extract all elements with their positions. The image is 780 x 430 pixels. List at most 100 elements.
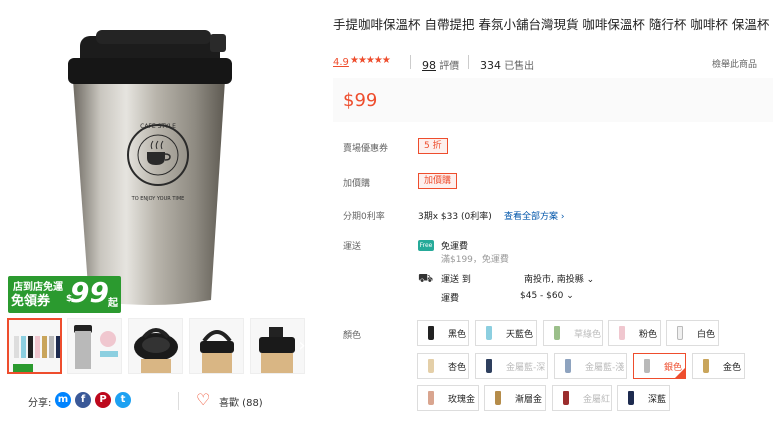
color-swatch-icon <box>628 391 634 405</box>
cup-illustration: CAFE STYLE TO ENJOY YOUR TIME <box>68 30 232 305</box>
sold-count: 334 <box>480 59 501 72</box>
cup-logo-text: CAFE STYLE <box>140 123 176 130</box>
twitter-icon[interactable]: t <box>115 392 131 408</box>
color-option-rose-gold[interactable]: 玫瑰金 <box>417 385 479 411</box>
stat-divider <box>410 55 411 69</box>
gallery-thumb-4[interactable] <box>189 318 244 374</box>
color-swatch-icon <box>563 391 569 405</box>
promo-line2: 免領券 <box>11 294 51 309</box>
color-name: 金屬藍-淺 <box>585 362 625 373</box>
fee-label: 運費 <box>441 294 460 304</box>
like-count[interactable]: 喜歡 (88) <box>219 394 263 409</box>
color-swatch-icon <box>554 326 560 340</box>
color-option-silver[interactable]: 銀色 <box>633 353 686 379</box>
free-shipping-text: 免運費 <box>441 242 469 252</box>
color-option-navy[interactable]: 深藍 <box>617 385 670 411</box>
color-swatch-icon <box>428 326 434 340</box>
color-option-grass-green: 草綠色 <box>543 320 603 346</box>
color-option-black[interactable]: 黑色 <box>417 320 469 346</box>
color-name: 金屬紅 <box>583 394 611 405</box>
color-name: 漸層金 <box>515 394 543 405</box>
promo-suffix: 起 <box>108 298 118 309</box>
color-name: 天藍色 <box>506 329 534 340</box>
free-shipping-icon: Free <box>418 240 434 251</box>
color-swatch-icon <box>486 359 492 373</box>
free-badge-text: Free <box>419 242 433 249</box>
color-swatch-icon <box>428 359 434 373</box>
selected-check-icon <box>675 368 685 378</box>
share-divider <box>178 392 179 410</box>
sold-label: 已售出 <box>504 61 535 72</box>
price-panel <box>333 78 773 122</box>
color-name: 草綠色 <box>574 329 602 340</box>
installment-link[interactable]: 查看全部方案 › <box>504 209 565 222</box>
chevron-right-icon: › <box>560 212 565 222</box>
color-swatch-icon <box>486 326 492 340</box>
ship-to-value: 南投市, 南投縣 <box>524 275 584 285</box>
color-swatch-icon <box>619 326 625 340</box>
facebook-icon[interactable]: f <box>75 392 91 408</box>
stat-divider <box>468 55 469 69</box>
color-option-gradient-gold[interactable]: 漸層金 <box>484 385 546 411</box>
product-price: $99 <box>343 90 378 111</box>
rating-stars-icon: ★★★★★ <box>350 55 391 66</box>
messenger-icon[interactable]: m <box>55 392 71 408</box>
ship-to-select[interactable]: 南投市, 南投縣 ⌄ <box>524 272 594 285</box>
installment-label: 分期0利率 <box>343 212 385 222</box>
truck-icon: ⛟ <box>418 271 434 285</box>
color-name: 白色 <box>697 329 716 340</box>
color-swatch-icon <box>565 359 571 373</box>
heart-icon[interactable]: ♡ <box>196 390 210 409</box>
ship-to-label: 運送 到 <box>441 275 471 285</box>
share-label: 分享: <box>28 398 52 409</box>
promo-amount: 99 <box>70 276 109 309</box>
color-name: 黑色 <box>448 329 467 340</box>
color-option-sky-blue[interactable]: 天藍色 <box>475 320 537 346</box>
gallery-next-icon[interactable]: › <box>292 334 312 358</box>
color-option-metal-blue-dark: 金屬藍-深 <box>475 353 548 379</box>
color-name: 金屬藍-深 <box>506 362 546 373</box>
chevron-down-icon: ⌄ <box>586 275 595 285</box>
color-swatch-icon <box>428 391 434 405</box>
color-name: 金色 <box>723 362 742 373</box>
gallery-thumb-1[interactable] <box>7 318 62 374</box>
shipping-label: 運送 <box>343 242 362 252</box>
color-name: 玫瑰金 <box>448 394 476 405</box>
color-swatch-icon <box>677 326 683 340</box>
color-swatch-icon <box>703 359 709 373</box>
color-option-apricot[interactable]: 杏色 <box>417 353 469 379</box>
color-swatch-icon <box>644 359 650 373</box>
fee-select[interactable]: $45 - $60 ⌄ <box>520 291 574 301</box>
pinterest-icon[interactable]: P <box>95 392 111 408</box>
promo-badge: 店到店免運 免領券 $ 99 起 <box>8 276 121 313</box>
gallery-thumb-2[interactable] <box>67 318 122 374</box>
color-option-pink[interactable]: 粉色 <box>608 320 661 346</box>
reviews-label: 評價 <box>439 61 460 72</box>
sold-stat: 334 已售出 <box>480 57 534 72</box>
color-option-white[interactable]: 白色 <box>666 320 719 346</box>
color-option-metal-red: 金屬紅 <box>552 385 612 411</box>
installment-text: 3期x $33 (0利率) <box>418 212 492 222</box>
addon-tag[interactable]: 加價購 <box>418 173 458 189</box>
color-label: 顏色 <box>343 331 362 341</box>
color-name: 深藍 <box>648 394 667 405</box>
color-name: 杏色 <box>448 362 467 373</box>
free-shipping-sub: 滿$199，免運費 <box>441 255 509 265</box>
rating-value[interactable]: 4.9 <box>333 57 349 68</box>
fee-value: $45 - $60 <box>520 291 564 301</box>
product-title: 手提咖啡保溫杯 自帶提把 春氛小舖台灣現貨 咖啡保溫杯 隨行杯 咖啡杯 保溫杯 <box>333 17 770 32</box>
color-option-metal-blue-light: 金屬藍-淺 <box>554 353 627 379</box>
color-name: 粉色 <box>639 329 658 340</box>
color-option-gold[interactable]: 金色 <box>692 353 745 379</box>
addon-label: 加價購 <box>343 179 371 189</box>
installment-link-label: 查看全部方案 <box>504 212 559 222</box>
gallery-thumb-3[interactable] <box>128 318 183 374</box>
report-link[interactable]: 檢舉此商品 <box>712 57 757 70</box>
voucher-tag[interactable]: 5 折 <box>418 138 448 154</box>
chevron-down-icon: ⌄ <box>566 291 574 301</box>
color-swatch-icon <box>495 391 501 405</box>
reviews-count: 98 <box>422 59 436 72</box>
product-main-image[interactable]: CAFE STYLE TO ENJOY YOUR TIME <box>0 0 320 315</box>
voucher-label: 賣場優惠券 <box>343 144 389 154</box>
reviews-stat[interactable]: 98 評價 <box>422 57 459 72</box>
